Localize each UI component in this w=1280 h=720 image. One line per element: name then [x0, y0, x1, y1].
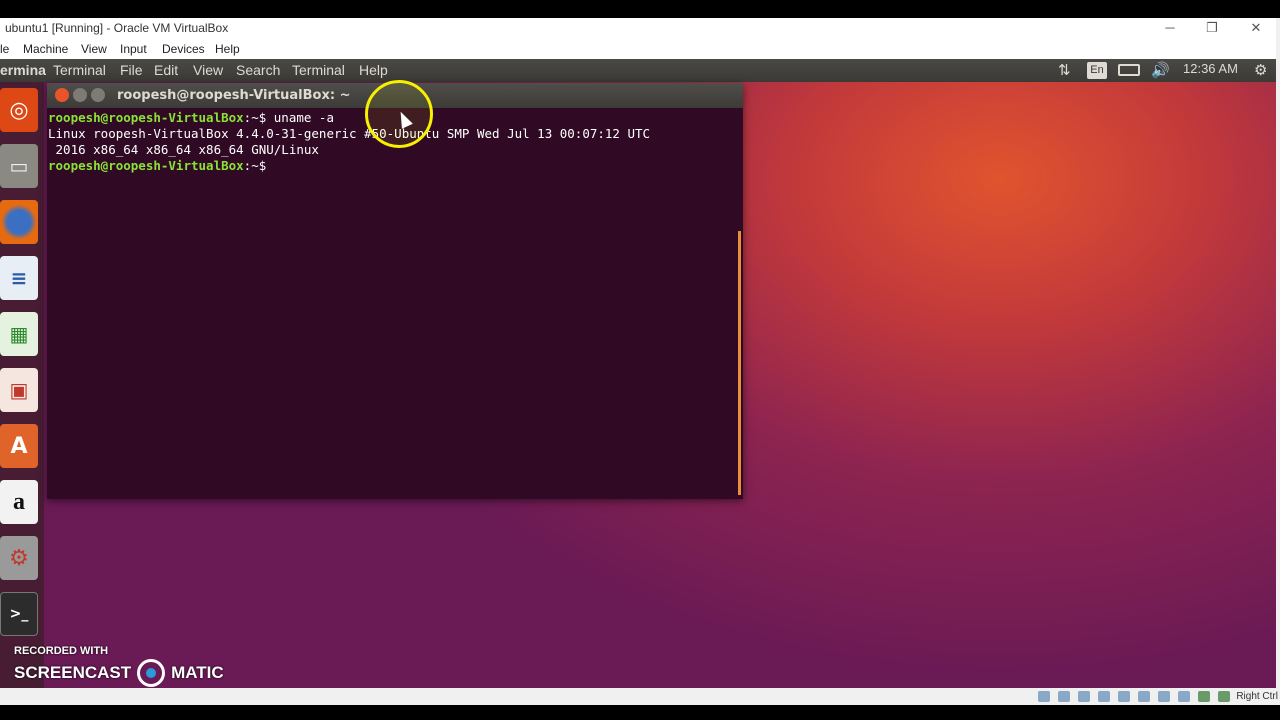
system-gear-icon[interactable]: ⚙	[1254, 61, 1267, 79]
audio-icon[interactable]	[1078, 691, 1090, 702]
display-icon[interactable]	[1158, 691, 1170, 702]
software-center-icon[interactable]: A	[0, 424, 38, 468]
menu-machine[interactable]: Machine	[23, 42, 68, 56]
battery-icon[interactable]	[1118, 64, 1140, 76]
volume-icon[interactable]: 🔊	[1151, 61, 1170, 79]
menu-help[interactable]: Help	[215, 42, 240, 56]
window-title: ubuntu1 [Running] - Oracle VM VirtualBox	[5, 21, 229, 35]
close-icon[interactable]	[55, 88, 69, 102]
unity-top-panel: ermina Terminal File Edit View Search Te…	[0, 59, 1276, 82]
keyboard-layout-indicator[interactable]: En	[1087, 62, 1107, 79]
prompt: roopesh@roopesh-VirtualBox	[48, 158, 244, 173]
screencast-logo-icon	[137, 659, 166, 687]
guest-right-border	[1276, 18, 1280, 688]
virtualbox-menubar: le Machine View Input Devices Help	[0, 39, 1280, 59]
command-text: uname -a	[266, 110, 334, 125]
panel-menu-edit[interactable]: Edit	[154, 62, 178, 78]
minimize-icon[interactable]	[73, 88, 87, 102]
active-prompt-line: roopesh@roopesh-VirtualBox:~$	[48, 158, 738, 174]
screen-bottom-bar	[0, 705, 1280, 720]
amazon-icon[interactable]: a	[0, 480, 38, 524]
network-adapter-icon[interactable]	[1098, 691, 1110, 702]
restore-icon[interactable]: ❐	[1198, 19, 1226, 37]
panel-menu-help[interactable]: Help	[359, 62, 388, 78]
impress-icon[interactable]: ▣	[0, 368, 38, 412]
clock[interactable]: 12:36 AM	[1183, 61, 1238, 76]
minimize-icon[interactable]: ─	[1156, 19, 1184, 37]
prompt-path: :~$	[243, 110, 267, 125]
panel-menu-search[interactable]: Search	[236, 62, 280, 78]
files-icon[interactable]: ▭	[0, 144, 38, 188]
calc-icon[interactable]: ▦	[0, 312, 38, 356]
panel-menu-terminal[interactable]: Terminal	[53, 62, 106, 78]
shared-folders-icon[interactable]	[1138, 691, 1150, 702]
menu-view[interactable]: View	[81, 42, 107, 56]
panel-menu-file[interactable]: File	[120, 62, 143, 78]
settings-icon[interactable]: ⚙	[0, 536, 38, 580]
ubuntu-dash-icon[interactable]: ◎	[0, 88, 38, 132]
unity-launcher: ◎ ▭ ≡ ▦ ▣ A a ⚙ >_	[0, 82, 44, 688]
screen-top-bar	[0, 0, 1280, 18]
panel-menu-terminal-2[interactable]: Terminal	[292, 62, 345, 78]
mouse-integration-icon[interactable]	[1218, 691, 1230, 702]
maximize-icon[interactable]	[91, 88, 105, 102]
terminal-scrollbar[interactable]	[738, 231, 741, 495]
watermark-matic: MATIC	[171, 663, 224, 682]
usb-icon[interactable]	[1118, 691, 1130, 702]
terminal-icon[interactable]: >_	[0, 592, 38, 636]
host-key-label: Right Ctrl	[1236, 691, 1278, 702]
hard-disk-icon[interactable]	[1038, 691, 1050, 702]
virtualbox-statusbar: Right Ctrl	[0, 688, 1280, 705]
terminal-output[interactable]: roopesh@roopesh-VirtualBox:~$ uname -a Li…	[48, 110, 738, 495]
panel-app-name: ermina	[0, 62, 46, 78]
cpu-icon[interactable]	[1198, 691, 1210, 702]
watermark-recorded-with: RECORDED WITH	[14, 645, 109, 657]
panel-menu-view[interactable]: View	[193, 62, 223, 78]
menu-file[interactable]: le	[0, 42, 9, 56]
guest-desktop: ermina Terminal File Edit View Search Te…	[0, 59, 1276, 688]
virtualbox-titlebar: ubuntu1 [Running] - Oracle VM VirtualBox…	[0, 18, 1280, 39]
terminal-title: roopesh@roopesh-VirtualBox: ~	[117, 88, 351, 103]
firefox-icon[interactable]	[0, 200, 38, 244]
network-icon[interactable]: ⇅	[1058, 61, 1071, 79]
optical-drive-icon[interactable]	[1058, 691, 1070, 702]
prompt-path: :~$	[243, 158, 267, 173]
watermark-screencast: SCREENCAST	[14, 663, 132, 682]
video-capture-icon[interactable]	[1178, 691, 1190, 702]
menu-devices[interactable]: Devices	[162, 42, 205, 56]
prompt: roopesh@roopesh-VirtualBox	[48, 110, 244, 125]
close-icon[interactable]: ✕	[1242, 19, 1270, 37]
writer-icon[interactable]: ≡	[0, 256, 38, 300]
menu-input[interactable]: Input	[120, 42, 147, 56]
screencast-watermark: RECORDED WITH SCREENCAST MATIC	[14, 645, 224, 687]
